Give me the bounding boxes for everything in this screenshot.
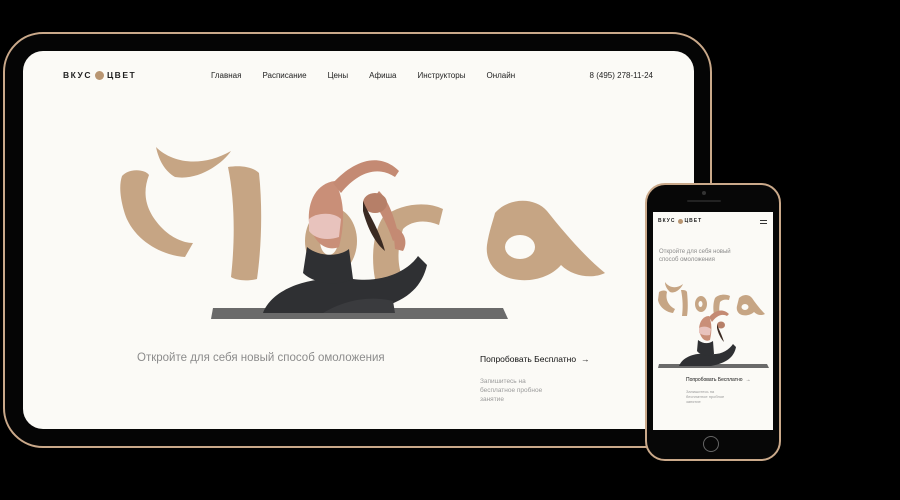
try-free-button[interactable]: Попробовать Бесплатно → xyxy=(480,354,590,364)
mobile-arrow-right-icon: → xyxy=(745,377,751,383)
arrow-right-icon: → xyxy=(581,354,590,364)
mobile-cta-note: Запишитесь на бесплатное пробное занятие xyxy=(686,389,725,404)
tablet-screen: ВКУС ЦВЕТ Главная Расписание Цены Афиша … xyxy=(23,51,694,429)
mobile-title-lettering xyxy=(658,282,765,316)
mobile-try-free-button[interactable]: Попробовать Бесплатно → xyxy=(686,377,751,383)
tablet-device: ВКУС ЦВЕТ Главная Расписание Цены Афиша … xyxy=(3,32,712,448)
home-button-icon xyxy=(703,436,719,452)
mobile-yoga-figure-illustration xyxy=(658,310,769,368)
mobile-try-free-label: Попробовать Бесплатно xyxy=(686,377,743,383)
hero-subtitle: Откройте для себя новый способ омоложени… xyxy=(137,352,385,364)
cta-note: Запишитесь на бесплатное пробное занятие xyxy=(480,378,543,403)
phone-speaker-icon xyxy=(687,200,721,202)
phone-device: ВКУС ЦВЕТ Откройте для себя новый способ… xyxy=(645,183,781,461)
phone-camera-dot-icon xyxy=(702,191,706,195)
try-free-label: Попробовать Бесплатно xyxy=(480,354,577,364)
hero-yoga-artwork xyxy=(120,147,605,319)
phone-screen: ВКУС ЦВЕТ Откройте для себя новый способ… xyxy=(653,212,773,430)
